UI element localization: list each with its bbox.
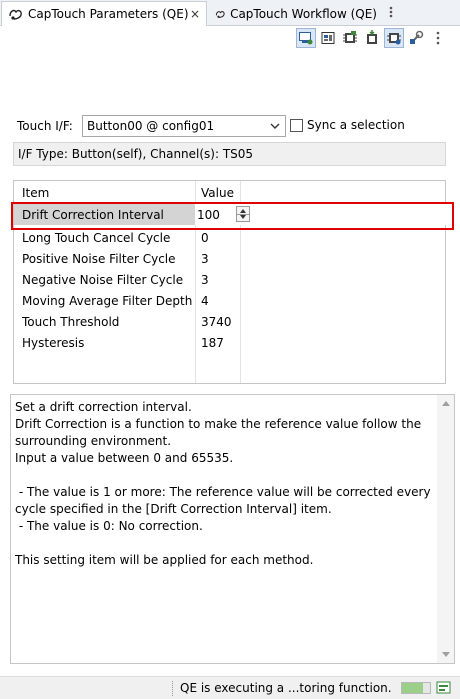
row-value[interactable]: 0 — [201, 231, 209, 245]
row-item: Negative Noise Filter Cycle — [22, 273, 184, 287]
toolbar-chip-config-icon — [387, 33, 401, 45]
touch-if-label: Touch I/F: — [17, 119, 73, 133]
row-item: Long Touch Cancel Cycle — [22, 231, 171, 245]
row-value[interactable]: 187 — [201, 336, 224, 350]
if-type-info: I/F Type: Button(self), Channel(s): TS05 — [13, 142, 446, 166]
table-row-drift-correction[interactable]: Drift Correction Interval 100 — [14, 204, 447, 225]
row-item: Drift Correction Interval — [22, 208, 164, 222]
editor-tab-bar: CapTouch Parameters (QE) × CapTouch Work… — [0, 0, 460, 26]
captouch-tab-icon — [215, 10, 225, 18]
tab-label: CapTouch Parameters (QE) — [28, 7, 189, 21]
progress-view-icon[interactable] — [436, 681, 452, 695]
value-spinner-field[interactable]: 100 — [195, 204, 447, 225]
spin-down-icon[interactable] — [240, 215, 246, 219]
captouch-tab-icon — [9, 9, 22, 20]
description-line: Drift Correction is a function to make t… — [15, 417, 422, 431]
monitor-button[interactable] — [296, 28, 316, 48]
spin-up-icon[interactable] — [240, 209, 246, 213]
row-value[interactable]: 3 — [201, 273, 209, 287]
toolbar-settings-icon — [410, 30, 424, 44]
row-item: Hysteresis — [22, 336, 85, 350]
status-text: QE is executing a ...toring function. — [180, 681, 392, 695]
row-value[interactable]: 3740 — [201, 315, 232, 329]
toolbar-chip-download-icon — [367, 30, 377, 44]
table-header: Item Value — [14, 181, 445, 203]
table-row[interactable]: Long Touch Cancel Cycle 0 — [14, 227, 445, 248]
status-separator — [172, 681, 174, 696]
row-value[interactable]: 3 — [201, 252, 209, 266]
dropdown-arrow-icon — [270, 123, 280, 129]
settings-button[interactable] — [406, 28, 426, 48]
table-row[interactable]: Hysteresis 187 — [14, 332, 445, 353]
close-icon[interactable]: × — [190, 7, 200, 21]
toolbar-chip-icon — [343, 31, 357, 43]
column-header-item[interactable]: Item — [22, 186, 49, 200]
description-scrollbar[interactable] — [437, 395, 454, 663]
tab-captouch-workflow[interactable]: CapTouch Workflow (QE) — [209, 1, 383, 26]
column-header-value[interactable]: Value — [201, 186, 234, 200]
progress-fill — [402, 683, 423, 693]
description-panel: Set a drift correction interval. Drift C… — [10, 394, 455, 664]
sync-selection-label: Sync a selection — [307, 118, 405, 132]
row-item: Moving Average Filter Depth — [22, 294, 193, 308]
row-value[interactable]: 4 — [201, 294, 209, 308]
table-row[interactable]: Negative Noise Filter Cycle 3 — [14, 269, 445, 290]
chip-download-button[interactable] — [362, 28, 382, 48]
spinner-control[interactable] — [236, 206, 250, 222]
toolbar-board-icon — [321, 32, 335, 44]
description-line: Input a value between 0 and 65535. — [15, 451, 234, 465]
chip-config-button[interactable] — [384, 28, 404, 48]
tab-label: CapTouch Workflow (QE) — [230, 6, 377, 21]
description-line — [15, 467, 433, 484]
board-button[interactable] — [318, 28, 338, 48]
table-row[interactable]: Touch Threshold 3740 — [14, 311, 445, 332]
touch-if-select[interactable]: Button00 @ config01 — [82, 115, 286, 137]
description-line: surrounding environment. — [15, 434, 172, 448]
description-line: - The value is 0: No correction. — [15, 519, 203, 533]
view-menu-icon[interactable] — [384, 4, 398, 20]
toolbar-menu-button[interactable] — [428, 28, 448, 48]
row-item: Positive Noise Filter Cycle — [22, 252, 176, 266]
if-type-text: I/F Type: Button(self), Channel(s): TS05 — [18, 147, 254, 161]
description-line — [15, 535, 433, 552]
chip-button[interactable] — [340, 28, 360, 48]
description-line: Set a drift correction interval. — [15, 400, 192, 414]
sync-selection-checkbox[interactable] — [290, 118, 303, 132]
tab-captouch-parameters[interactable]: CapTouch Parameters (QE) × — [1, 1, 207, 26]
description-line: - The value is 1 or more: The reference … — [15, 485, 431, 499]
row-item: Touch Threshold — [22, 315, 120, 329]
progress-bar — [401, 682, 431, 694]
scroll-up-icon[interactable] — [442, 401, 450, 406]
parameter-table: Item Value Drift Correction Interval 100… — [13, 180, 447, 384]
description-text: Set a drift correction interval. Drift C… — [15, 399, 433, 569]
toolbar-monitor-icon — [299, 32, 313, 45]
table-row[interactable]: Moving Average Filter Depth 4 — [14, 290, 445, 311]
toolbar-menu-icon — [436, 31, 440, 45]
description-line: This setting item will be applied for ea… — [15, 553, 314, 567]
description-line: cycle specified in the [Drift Correction… — [15, 502, 332, 516]
status-bar: QE is executing a ...toring function. — [0, 676, 460, 699]
touch-if-value: Button00 @ config01 — [87, 119, 215, 133]
sync-selection-toggle[interactable]: Sync a selection — [290, 118, 405, 132]
table-row[interactable]: Positive Noise Filter Cycle 3 — [14, 248, 445, 269]
value-input[interactable]: 100 — [197, 208, 220, 222]
scroll-down-icon[interactable] — [442, 652, 450, 657]
view-toolbar — [296, 28, 448, 50]
